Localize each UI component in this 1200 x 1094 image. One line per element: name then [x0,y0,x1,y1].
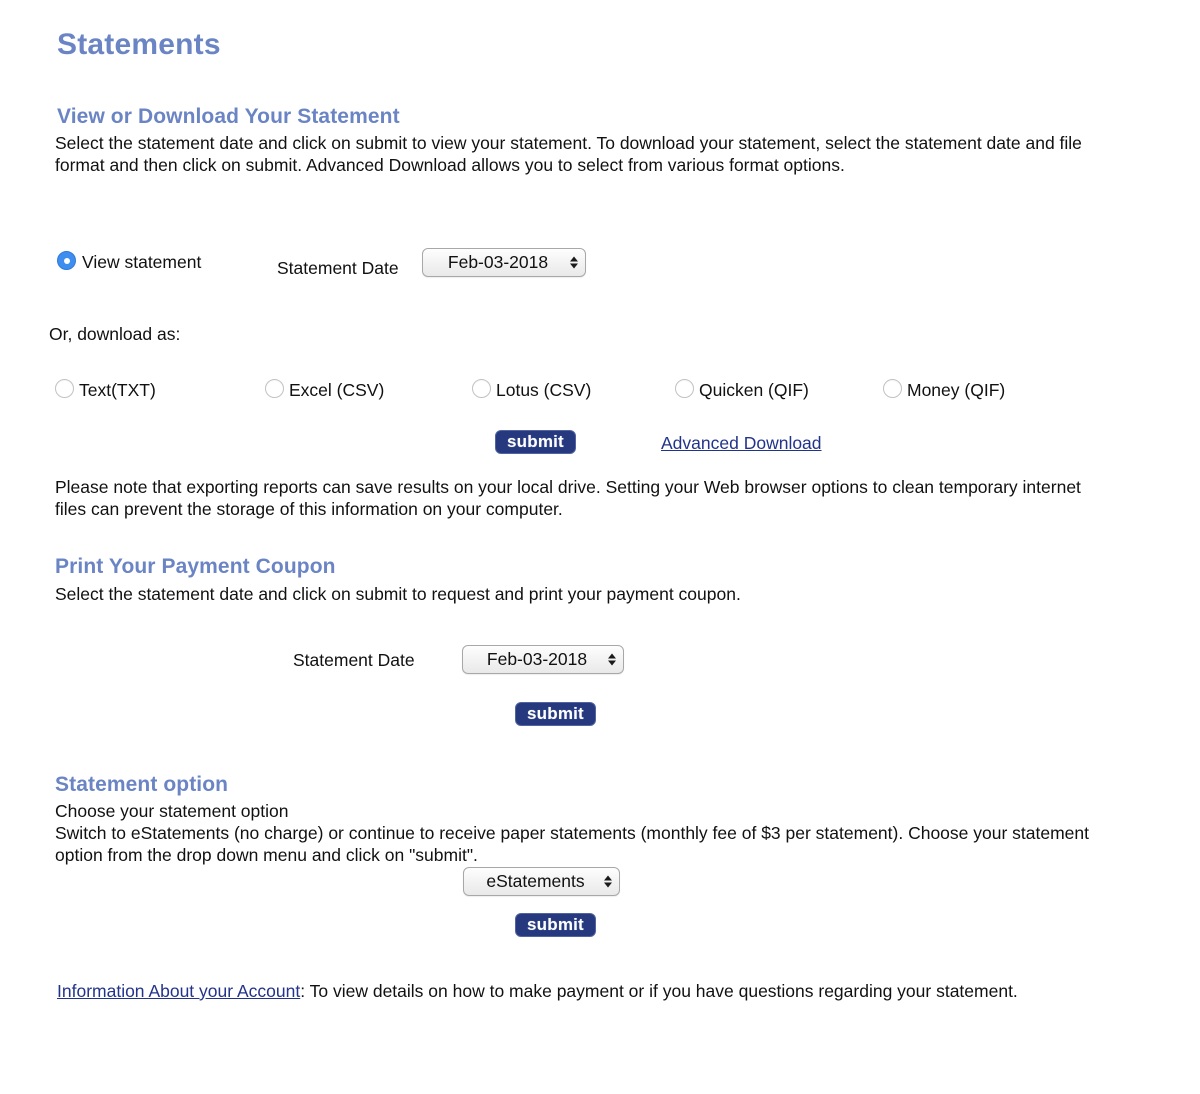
download-as-label: Or, download as: [49,324,181,344]
radio-label-format-lotus-csv[interactable]: Lotus (CSV) [496,380,591,401]
submit-button-payment-coupon[interactable]: submit [515,702,596,726]
radio-format-excel-csv[interactable] [265,379,284,398]
radio-label-format-money-qif[interactable]: Money (QIF) [907,380,1005,401]
statements-page: Statements View or Download Your Stateme… [0,0,1200,1094]
view-download-description: Select the statement date and click on s… [55,133,1082,175]
statement-date-select-coupon-value: Feb-03-2018 [486,649,588,669]
footer-info-paragraph: Information About your Account: To view … [57,980,1087,1002]
statement-option-line1: Choose your statement option [55,801,289,821]
statement-date-select-view-value: Feb-03-2018 [447,252,549,272]
information-about-your-account-link[interactable]: Information About your Account [57,981,300,1001]
radio-format-quicken-qif[interactable] [675,379,694,398]
statement-date-select-view[interactable]: Feb-03-2018 [422,248,586,277]
radio-label-view-statement[interactable]: View statement [82,252,201,273]
radio-label-format-text-txt[interactable]: Text(TXT) [79,380,156,401]
stepper-arrows-icon [603,872,612,891]
submit-button-statement-option[interactable]: submit [515,913,596,937]
statement-date-select-coupon[interactable]: Feb-03-2018 [462,645,624,674]
stepper-arrows-icon [607,650,616,669]
radio-format-text-txt[interactable] [55,379,74,398]
statement-option-select[interactable]: eStatements [463,867,620,896]
section-heading-statement-option: Statement option [55,773,229,796]
statement-date-label-coupon: Statement Date [293,650,415,670]
radio-format-lotus-csv[interactable] [472,379,491,398]
section-heading-payment-coupon: Print Your Payment Coupon [55,555,336,578]
radio-label-format-quicken-qif[interactable]: Quicken (QIF) [699,380,809,401]
submit-button-view-download[interactable]: submit [495,430,576,454]
section-heading-view-download: View or Download Your Statement [57,105,400,128]
statement-date-label-view: Statement Date [277,258,399,278]
statement-option-select-value: eStatements [486,871,585,891]
radio-format-money-qif[interactable] [883,379,902,398]
footer-info-text: : To view details on how to make payment… [300,981,1018,1001]
page-title: Statements [57,28,221,61]
payment-coupon-description: Select the statement date and click on s… [55,584,741,604]
radio-view-statement[interactable] [57,251,76,270]
export-note-text: Please note that exporting reports can s… [55,477,1081,519]
advanced-download-link[interactable]: Advanced Download [661,432,822,454]
statement-option-line2: Switch to eStatements (no charge) or con… [55,823,1090,865]
radio-label-format-excel-csv[interactable]: Excel (CSV) [289,380,384,401]
stepper-arrows-icon [569,253,578,272]
